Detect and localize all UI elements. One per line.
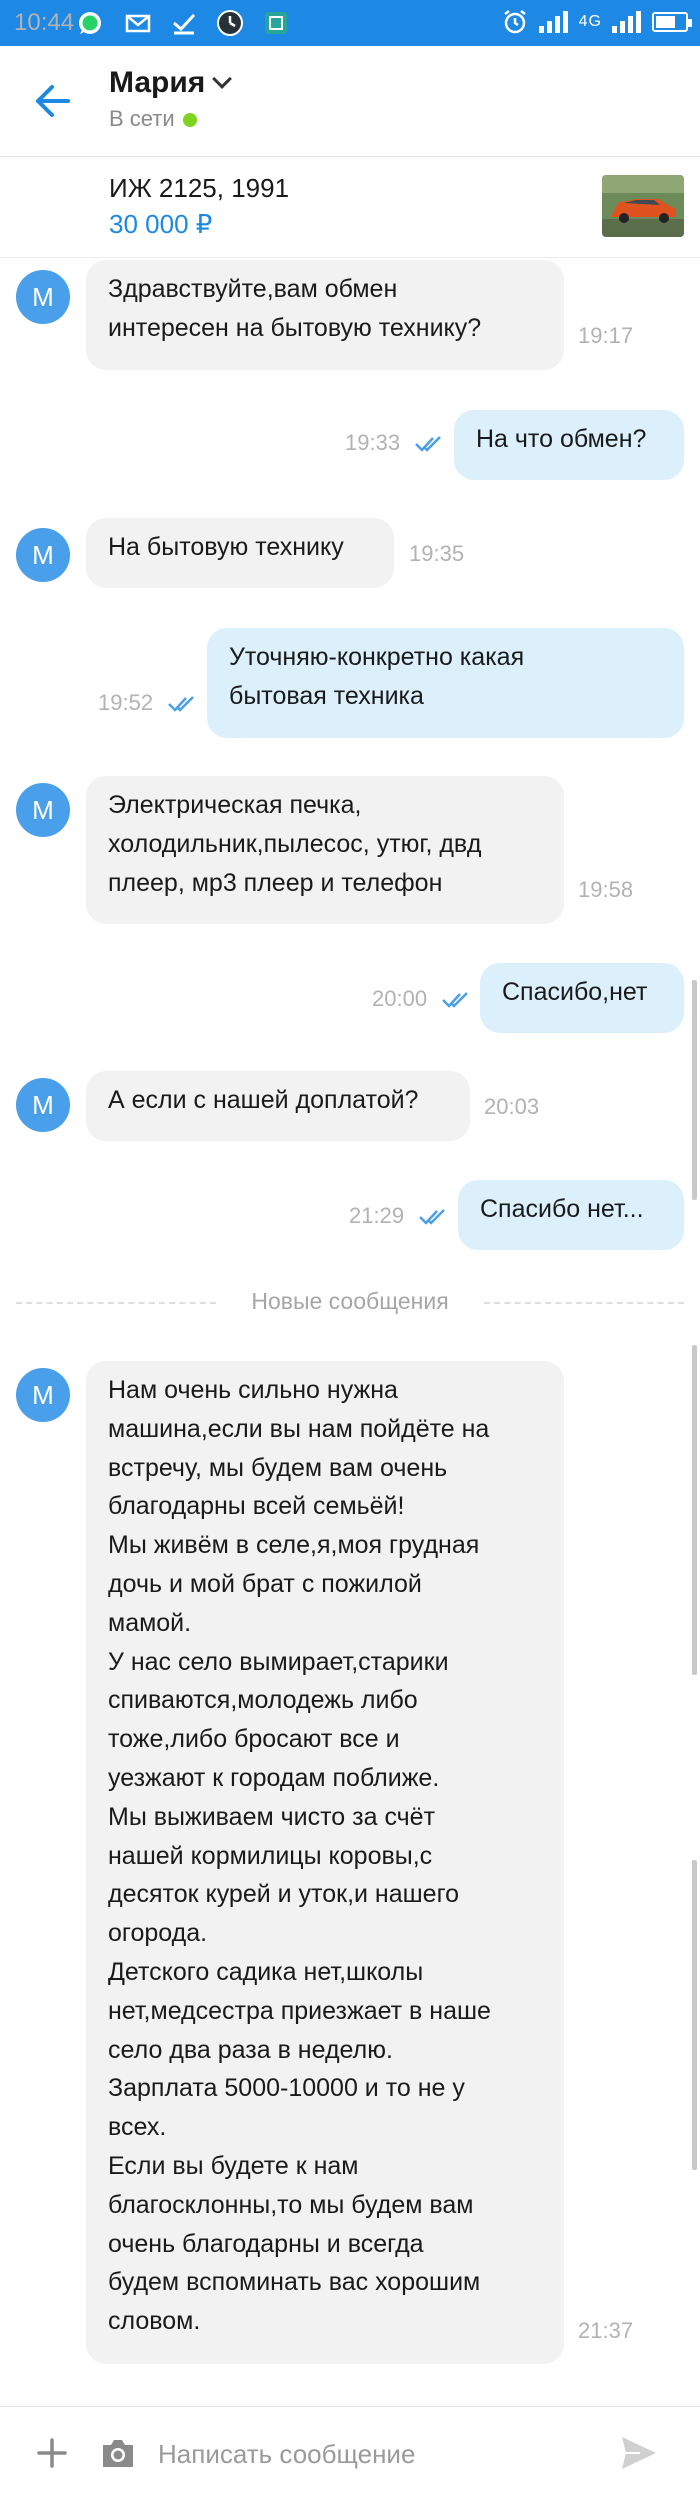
message-time: 20:00 (372, 986, 428, 1011)
separator-line-right (484, 1302, 684, 1304)
message-time: 19:58 (578, 877, 634, 902)
camera-icon[interactable] (100, 2436, 136, 2470)
message-time: 21:29 (349, 1203, 405, 1228)
ad-preview[interactable]: ИЖ 2125, 1991 30 000 ₽ (0, 157, 700, 258)
read-receipt-icon (442, 992, 468, 1008)
message-time: 19:52 (98, 690, 154, 715)
online-indicator (182, 113, 197, 128)
avatar[interactable]: M (16, 528, 70, 582)
message-time: 20:03 (484, 1094, 540, 1119)
contact-name: Мария (109, 66, 206, 99)
message-time: 19:17 (578, 323, 634, 348)
network-type: 4G (578, 13, 602, 30)
clock-app-icon (217, 10, 243, 36)
status-bar: 10:44 4G (0, 0, 700, 46)
presence-status: В сети (109, 106, 197, 132)
avatar-letter: M (32, 281, 54, 312)
avatar[interactable]: M (16, 1368, 70, 1422)
ad-price: 30 000 ₽ (109, 209, 213, 239)
scrollbar-track-segment (692, 1860, 697, 2170)
avatar-letter: M (32, 1089, 54, 1120)
message-time: 21:37 (578, 2318, 634, 2343)
whatsapp-icon (79, 12, 101, 34)
send-icon[interactable] (620, 2435, 658, 2471)
alarm-icon (503, 10, 526, 34)
chat-header: Мария В сети (0, 46, 700, 157)
avatar[interactable]: M (16, 783, 70, 837)
avatar[interactable]: M (16, 1078, 70, 1132)
plus-icon[interactable] (36, 2437, 68, 2469)
checkmark-icon (173, 13, 196, 35)
gmail-icon (125, 14, 151, 33)
avatar-letter: M (32, 1379, 54, 1410)
status-time: 10:44 (14, 9, 75, 36)
outgoing-message-bubble[interactable]: Спасибо нет... (458, 1180, 684, 1250)
scrollbar-track-segment (692, 1345, 697, 1675)
avatar[interactable]: M (16, 270, 70, 324)
message-composer (0, 2406, 700, 2500)
scrollbar[interactable] (692, 980, 697, 1200)
read-receipt-icon (168, 696, 194, 712)
incoming-message-bubble[interactable]: Электрическая печка, холодильник,пылесос… (86, 776, 564, 924)
read-receipt-icon (419, 1209, 445, 1225)
signal-icon-2 (612, 11, 641, 33)
contact-name-button[interactable]: Мария (109, 66, 233, 100)
status-right: 4G (501, 8, 692, 36)
incoming-message-bubble[interactable]: Нам очень сильно нужна машина,если вы на… (86, 1361, 564, 2364)
outgoing-message-bubble[interactable]: Уточняю-конкретно какая бытовая техника (207, 628, 684, 738)
signal-icon (538, 11, 568, 33)
message-input[interactable] (158, 2429, 598, 2479)
outgoing-message-bubble[interactable]: Спасибо,нет (480, 963, 684, 1033)
battery-icon (652, 12, 692, 32)
message-time: 19:35 (409, 541, 465, 566)
avatar-letter: M (32, 794, 54, 825)
incoming-message-bubble[interactable]: А если с нашей доплатой? (86, 1071, 470, 1141)
incoming-message-bubble[interactable]: Здравствуйте,вам обмен интересен на быто… (86, 260, 564, 370)
chevron-down-icon (212, 69, 233, 89)
avatar-letter: M (32, 539, 54, 570)
screenshot-icon (265, 12, 287, 34)
read-receipt-icon (415, 436, 441, 452)
incoming-message-bubble[interactable]: На бытовую технику (86, 518, 394, 588)
ad-title: ИЖ 2125, 1991 (109, 173, 290, 203)
car-thumbnail-icon[interactable] (602, 175, 684, 237)
outgoing-message-bubble[interactable]: На что обмен? (454, 410, 684, 480)
presence-label: В сети (109, 106, 175, 131)
message-time: 19:33 (345, 430, 401, 455)
back-arrow-icon[interactable] (30, 78, 76, 124)
